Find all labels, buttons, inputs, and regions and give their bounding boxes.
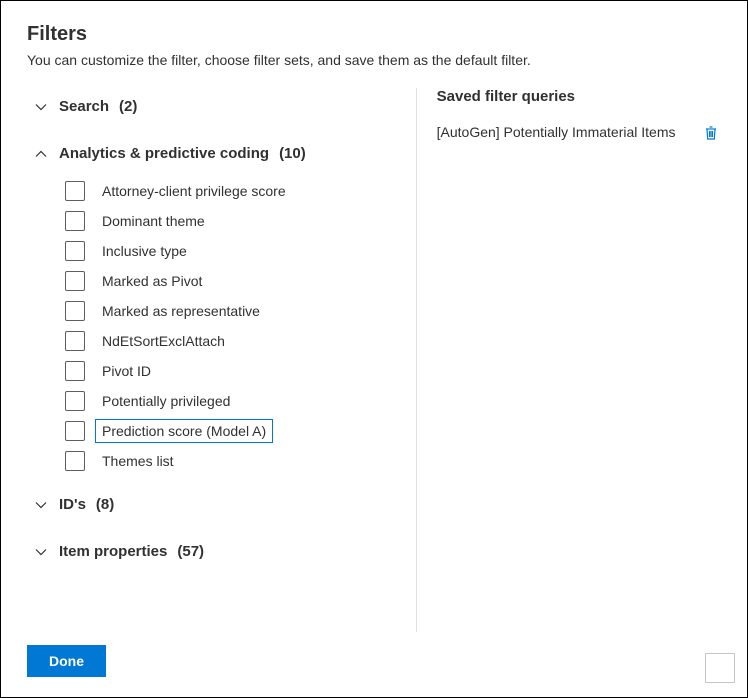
section-count: (57)	[177, 543, 204, 560]
filter-option-label: Pivot ID	[95, 359, 158, 383]
checkbox[interactable]	[65, 331, 85, 351]
filter-option[interactable]: Marked as Pivot	[65, 266, 396, 296]
chevron-up-icon	[33, 146, 49, 162]
filter-option-label: Marked as Pivot	[95, 269, 209, 293]
section-header-item-properties[interactable]: Item properties (57)	[27, 533, 396, 574]
analytics-items: Attorney-client privilege score Dominant…	[27, 176, 396, 476]
filter-option[interactable]: Inclusive type	[65, 236, 396, 266]
filter-option[interactable]: Themes list	[65, 446, 396, 476]
section-label: Analytics & predictive coding	[59, 145, 269, 162]
checkbox[interactable]	[65, 451, 85, 471]
chevron-down-icon	[33, 497, 49, 513]
saved-filter-item[interactable]: [AutoGen] Potentially Immaterial Items	[437, 123, 721, 143]
saved-filters-pane: Saved filter queries [AutoGen] Potential…	[416, 88, 721, 632]
section-count: (10)	[279, 145, 306, 162]
section-header-search[interactable]: Search (2)	[27, 88, 396, 129]
section-label: ID's	[59, 496, 86, 513]
checkbox[interactable]	[65, 391, 85, 411]
checkbox[interactable]	[65, 361, 85, 381]
filter-option[interactable]: Dominant theme	[65, 206, 396, 236]
done-button[interactable]: Done	[27, 645, 106, 677]
chevron-down-icon	[33, 99, 49, 115]
filter-option-label: Prediction score (Model A)	[95, 419, 273, 443]
panel-title: Filters	[27, 23, 721, 46]
filter-option-label: Potentially privileged	[95, 389, 237, 413]
section-header-analytics[interactable]: Analytics & predictive coding (10)	[27, 135, 396, 176]
filter-option[interactable]: Attorney-client privilege score	[65, 176, 396, 206]
section-count: (8)	[96, 496, 114, 513]
panel-subtitle: You can customize the filter, choose fil…	[27, 52, 721, 68]
section-header-ids[interactable]: ID's (8)	[27, 486, 396, 527]
filter-option-label: NdEtSortExclAttach	[95, 329, 232, 353]
filter-option-label: Attorney-client privilege score	[95, 179, 293, 203]
filter-option-label: Marked as representative	[95, 299, 267, 323]
filter-option[interactable]: Potentially privileged	[65, 386, 396, 416]
filter-option[interactable]: NdEtSortExclAttach	[65, 326, 396, 356]
checkbox[interactable]	[65, 211, 85, 231]
delete-icon[interactable]	[701, 123, 721, 143]
filter-option-label: Inclusive type	[95, 239, 194, 263]
section-count: (2)	[119, 98, 137, 115]
saved-filter-name: [AutoGen] Potentially Immaterial Items	[437, 123, 691, 142]
checkbox[interactable]	[65, 241, 85, 261]
filter-option[interactable]: Pivot ID	[65, 356, 396, 386]
checkbox[interactable]	[65, 301, 85, 321]
filter-option[interactable]: Prediction score (Model A)	[65, 416, 396, 446]
checkbox[interactable]	[65, 181, 85, 201]
filter-categories: Search (2) Analytics & predictive coding…	[27, 88, 416, 632]
filter-option-label: Themes list	[95, 449, 181, 473]
chevron-down-icon	[33, 544, 49, 560]
filter-option[interactable]: Marked as representative	[65, 296, 396, 326]
checkbox[interactable]	[65, 271, 85, 291]
section-label: Search	[59, 98, 109, 115]
checkbox[interactable]	[65, 421, 85, 441]
saved-filters-title: Saved filter queries	[437, 88, 721, 105]
filter-option-label: Dominant theme	[95, 209, 212, 233]
section-label: Item properties	[59, 543, 167, 560]
resize-grip[interactable]	[705, 653, 735, 683]
